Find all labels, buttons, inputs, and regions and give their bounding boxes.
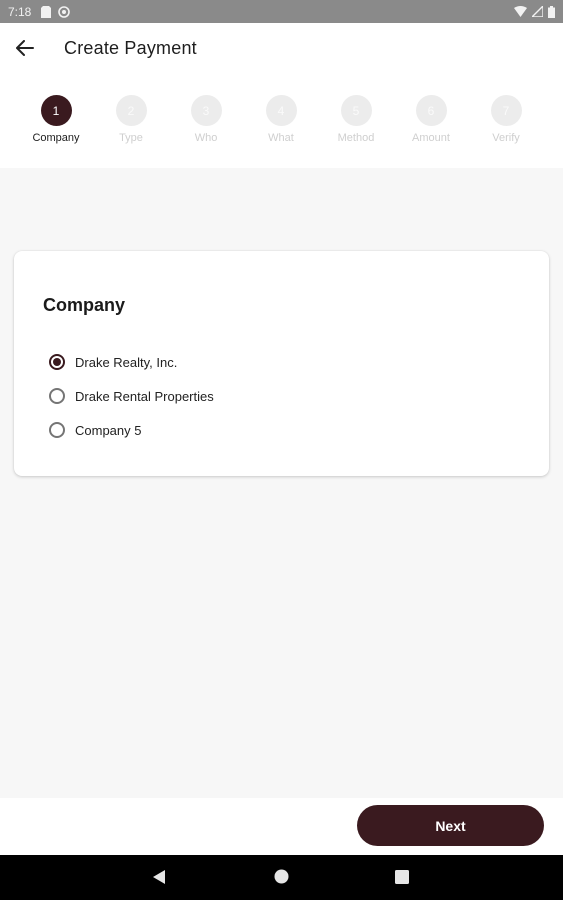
step-number: 4 [265,95,297,126]
company-card: Company Drake Realty, Inc. Drake Rental … [14,251,549,476]
step-number: 3 [190,95,222,126]
arrow-left-icon [16,40,34,56]
step-label: Type [119,132,143,144]
step-company[interactable]: 1 Company [16,95,96,144]
page-title: Create Payment [64,37,197,58]
status-time: 7:18 [8,4,32,19]
step-label: Verify [492,132,520,144]
step-number: 7 [490,95,522,126]
nav-recents-button[interactable] [395,870,409,884]
step-label: What [268,132,294,144]
bottom-action-bar: Next [0,798,563,855]
step-label: Method [337,132,375,144]
sd-card-icon [41,5,52,18]
status-bar: 7:18 [0,0,563,23]
step-who[interactable]: 3 Who [166,95,246,144]
sync-icon [58,5,71,18]
step-number: 5 [340,95,372,126]
step-label: Amount [412,132,450,144]
option-label: Drake Rental Properties [75,388,214,404]
step-what[interactable]: 4 What [241,95,321,144]
wifi-icon [514,6,527,17]
radio-button[interactable] [49,422,65,438]
nav-back-button[interactable] [152,869,166,885]
next-button[interactable]: Next [357,805,544,846]
system-nav-bar [0,855,563,900]
step-number: 6 [415,95,447,126]
step-label: Company [32,132,80,144]
radio-button-selected[interactable] [49,354,65,370]
battery-icon [548,5,555,18]
option-label: Company 5 [75,422,142,438]
nav-home-button[interactable] [274,869,289,884]
step-method[interactable]: 5 Method [316,95,396,144]
signal-icon [532,6,543,17]
option-label: Drake Realty, Inc. [75,354,178,370]
back-button[interactable] [0,23,50,73]
step-number: 1 [40,95,72,126]
radio-button[interactable] [49,388,65,404]
payment-stepper: 1 Company 2 Type 3 Who 4 What 5 Method 6… [0,73,563,168]
company-option-drake-realty[interactable]: Drake Realty, Inc. [49,354,177,370]
company-option-company-5[interactable]: Company 5 [49,422,141,438]
step-verify[interactable]: 7 Verify [466,95,546,144]
home-circle-icon [274,869,289,884]
step-number: 2 [115,95,147,126]
card-title: Company [43,295,126,315]
recents-square-icon [395,870,409,884]
company-option-drake-rental[interactable]: Drake Rental Properties [49,388,214,404]
status-icons-left [41,5,71,18]
status-icons-right [514,5,555,18]
back-triangle-icon [153,870,165,884]
step-label: Who [194,132,218,144]
app-bar: Create Payment [0,23,563,73]
step-amount[interactable]: 6 Amount [391,95,471,144]
step-type[interactable]: 2 Type [91,95,171,144]
